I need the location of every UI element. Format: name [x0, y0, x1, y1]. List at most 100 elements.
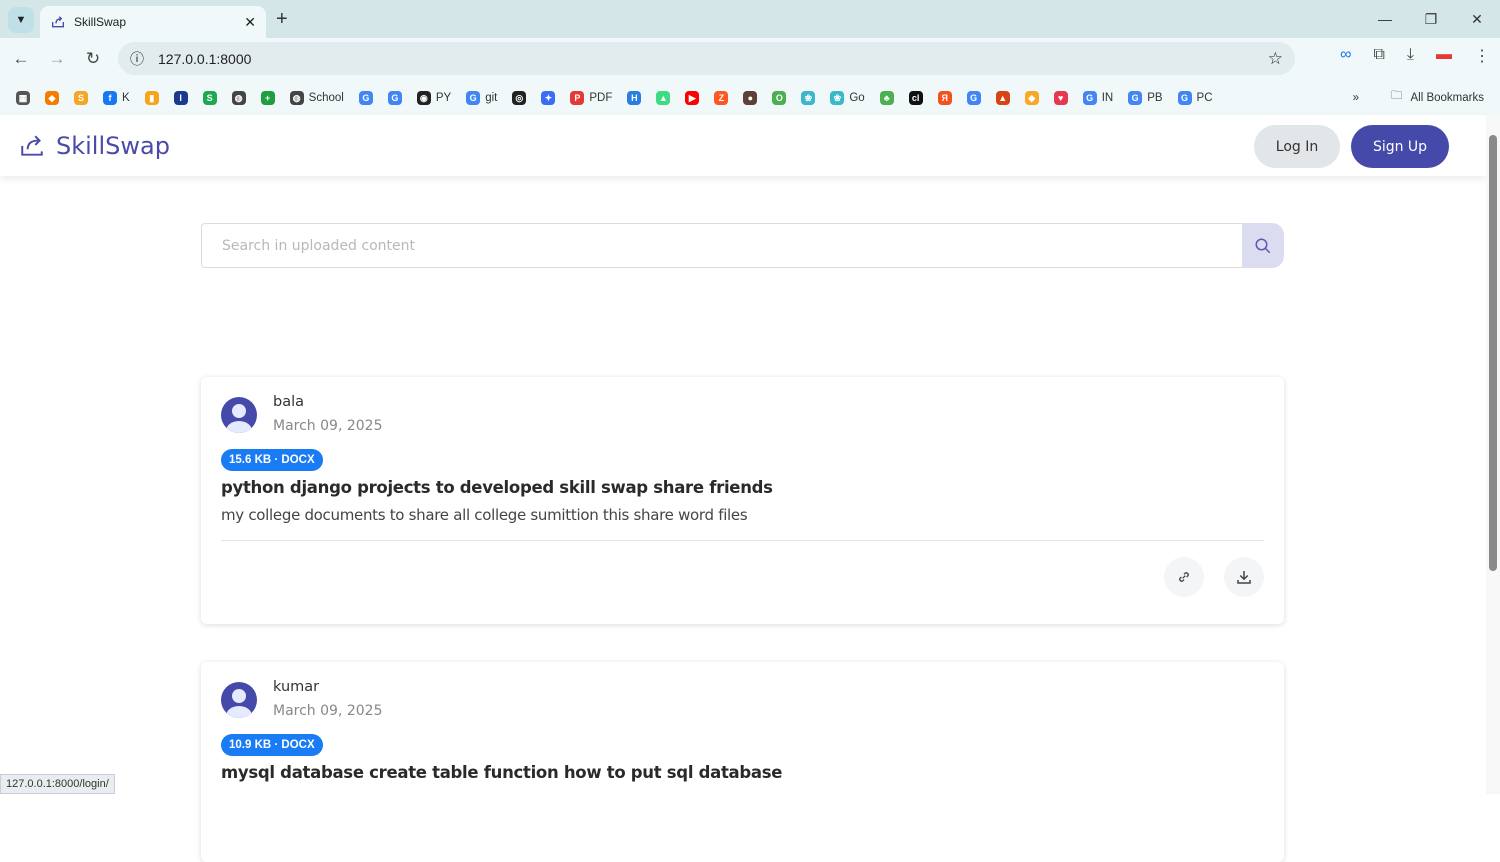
avatar	[221, 682, 257, 718]
download-icon[interactable]: ⤓	[1407, 46, 1414, 66]
address-bar[interactable]: ⓘ 127.0.0.1:8000 ☆	[118, 42, 1295, 75]
bookmark-favicon-icon: ◎	[512, 90, 527, 105]
bookmark-item[interactable]: ▶	[685, 90, 700, 105]
brand-name: SkillSwap	[56, 131, 170, 160]
search-input[interactable]	[201, 223, 1242, 268]
profile-icon[interactable]: ▬	[1436, 46, 1452, 66]
new-tab-button[interactable]: +	[276, 8, 288, 31]
bookmark-label: IN	[1101, 91, 1114, 104]
minimize-button[interactable]: —	[1362, 0, 1408, 38]
bookmark-item[interactable]: G	[358, 90, 373, 105]
restore-button[interactable]: ❐	[1408, 0, 1454, 38]
forward-button[interactable]: →	[46, 49, 68, 69]
post-date: March 09, 2025	[273, 703, 383, 719]
bookmark-item[interactable]: cl	[908, 90, 923, 105]
search-button[interactable]	[1242, 223, 1284, 268]
back-button[interactable]: ←	[10, 49, 32, 69]
bookmark-favicon-icon: ▲	[656, 90, 671, 105]
site-header: SkillSwap Log In Sign Up	[0, 115, 1486, 176]
post-card: kumar March 09, 2025 10.9 KB · DOCX mysq…	[201, 662, 1284, 862]
scrollbar-thumb[interactable]	[1489, 135, 1497, 571]
close-tab-icon[interactable]: ✕	[244, 14, 256, 31]
close-window-button[interactable]: ✕	[1454, 0, 1500, 38]
menu-kebab-icon[interactable]: ⋮	[1474, 46, 1490, 66]
copy-link-button[interactable]	[1164, 557, 1204, 597]
bookmark-item[interactable]: ❀ Go	[830, 90, 865, 105]
bookmark-item[interactable]: ●	[743, 90, 758, 105]
all-bookmarks-button[interactable]: » 🗀 All Bookmarks	[1353, 88, 1484, 107]
bookmarks-bar: ▦ ◆ Sf K ▮ I S ◍ + ◍ School G G ◉ PY Ggit ◎ ✦ P PDF H ▲ ▶ Z ● O ❀ ❀…	[0, 80, 1500, 115]
bookmark-favicon-icon: G	[358, 90, 373, 105]
bookmark-label: PC	[1196, 91, 1213, 104]
bookmark-item[interactable]: ♣	[879, 90, 894, 105]
more-bookmarks-icon[interactable]: »	[1353, 92, 1359, 104]
extension-icon[interactable]: ∞	[1340, 46, 1351, 66]
bookmark-item[interactable]: H	[627, 90, 642, 105]
search-bar	[201, 223, 1284, 268]
bookmark-item[interactable]: G IN	[1082, 90, 1114, 105]
bookmark-item[interactable]: Я	[937, 90, 952, 105]
link-icon	[1179, 572, 1189, 582]
search-icon	[1255, 238, 1271, 253]
bookmark-item[interactable]: ▲	[995, 90, 1010, 105]
bookmark-item[interactable]: Ggit	[466, 90, 498, 105]
download-button[interactable]	[1224, 557, 1264, 597]
bookmark-item[interactable]: Z	[714, 90, 729, 105]
bookmark-favicon-icon: +	[260, 90, 275, 105]
bookmark-item[interactable]: S	[74, 90, 88, 105]
bookmark-favicon-icon: cl	[908, 90, 923, 105]
bookmark-favicon-icon: ◉	[416, 90, 431, 105]
bookmark-item[interactable]: ▲	[656, 90, 671, 105]
bookmark-favicon-icon: O	[772, 90, 787, 105]
bookmark-label: git	[485, 91, 498, 104]
bookmark-star-icon[interactable]: ☆	[1268, 49, 1283, 69]
bookmark-favicon-icon: Я	[937, 90, 952, 105]
bookmark-item[interactable]: ◍	[231, 90, 246, 105]
avatar	[221, 397, 257, 433]
login-button[interactable]: Log In	[1254, 125, 1340, 168]
reload-button[interactable]: ↻	[82, 49, 104, 69]
site-info-icon[interactable]: ⓘ	[130, 49, 144, 69]
bookmark-favicon-icon: S	[74, 90, 88, 105]
bookmark-item[interactable]: fK	[103, 90, 130, 105]
signup-button[interactable]: Sign Up	[1351, 125, 1449, 168]
bookmark-item[interactable]: G	[966, 90, 981, 105]
bookmark-item[interactable]: O	[772, 90, 787, 105]
file-badge: 10.9 KB · DOCX	[221, 734, 323, 756]
brand-logo[interactable]: SkillSwap	[18, 132, 170, 160]
bookmark-item[interactable]: G	[387, 90, 402, 105]
bookmark-item[interactable]: ◍ School	[289, 90, 344, 105]
bookmark-favicon-icon: ♣	[879, 90, 894, 105]
bookmark-item[interactable]: G PB	[1128, 90, 1163, 105]
bookmark-item[interactable]: ▦	[16, 90, 30, 105]
bookmark-item[interactable]: G PC	[1177, 90, 1213, 105]
bookmark-favicon-icon: S	[202, 90, 217, 105]
page-scrollbar[interactable]	[1486, 115, 1500, 794]
bookmark-favicon-icon: G	[1128, 90, 1143, 105]
bookmark-item[interactable]: S	[202, 90, 217, 105]
bookmark-item[interactable]: ❀	[801, 90, 816, 105]
bookmark-item[interactable]: P PDF	[570, 90, 612, 105]
bookmark-item[interactable]: ◆	[45, 90, 59, 105]
extensions-puzzle-icon[interactable]: ⧉	[1373, 46, 1384, 66]
bookmark-favicon-icon: f	[103, 90, 117, 105]
tab-strip: ▼ SkillSwap ✕ + — ❐ ✕	[0, 0, 1500, 38]
bookmark-item[interactable]: ♥	[1053, 90, 1068, 105]
tab-search-button[interactable]: ▼	[8, 7, 34, 33]
bookmark-favicon-icon: ▶	[685, 90, 700, 105]
tab-skillswap[interactable]: SkillSwap ✕	[40, 6, 266, 38]
bookmark-item[interactable]: ✦	[541, 90, 556, 105]
share-logo-icon	[21, 135, 43, 156]
bookmark-item[interactable]: ◉ PY	[416, 90, 451, 105]
bookmark-item[interactable]: +	[260, 90, 275, 105]
post-username: bala	[273, 394, 305, 410]
file-badge: 15.6 KB · DOCX	[221, 449, 323, 471]
post-description: my college documents to share all colleg…	[221, 506, 748, 524]
bookmark-item[interactable]: ◎	[512, 90, 527, 105]
browser-toolbar: ← → ↻ ⓘ 127.0.0.1:8000 ☆ ∞ ⧉ ⤓ ▬ ⋮	[0, 38, 1500, 80]
bookmark-favicon-icon: ◍	[289, 90, 304, 105]
bookmark-item[interactable]: ◆	[1024, 90, 1039, 105]
bookmark-item[interactable]: ▮	[144, 90, 159, 105]
bookmark-item[interactable]: I	[173, 90, 188, 105]
bookmark-favicon-icon: ●	[743, 90, 758, 105]
